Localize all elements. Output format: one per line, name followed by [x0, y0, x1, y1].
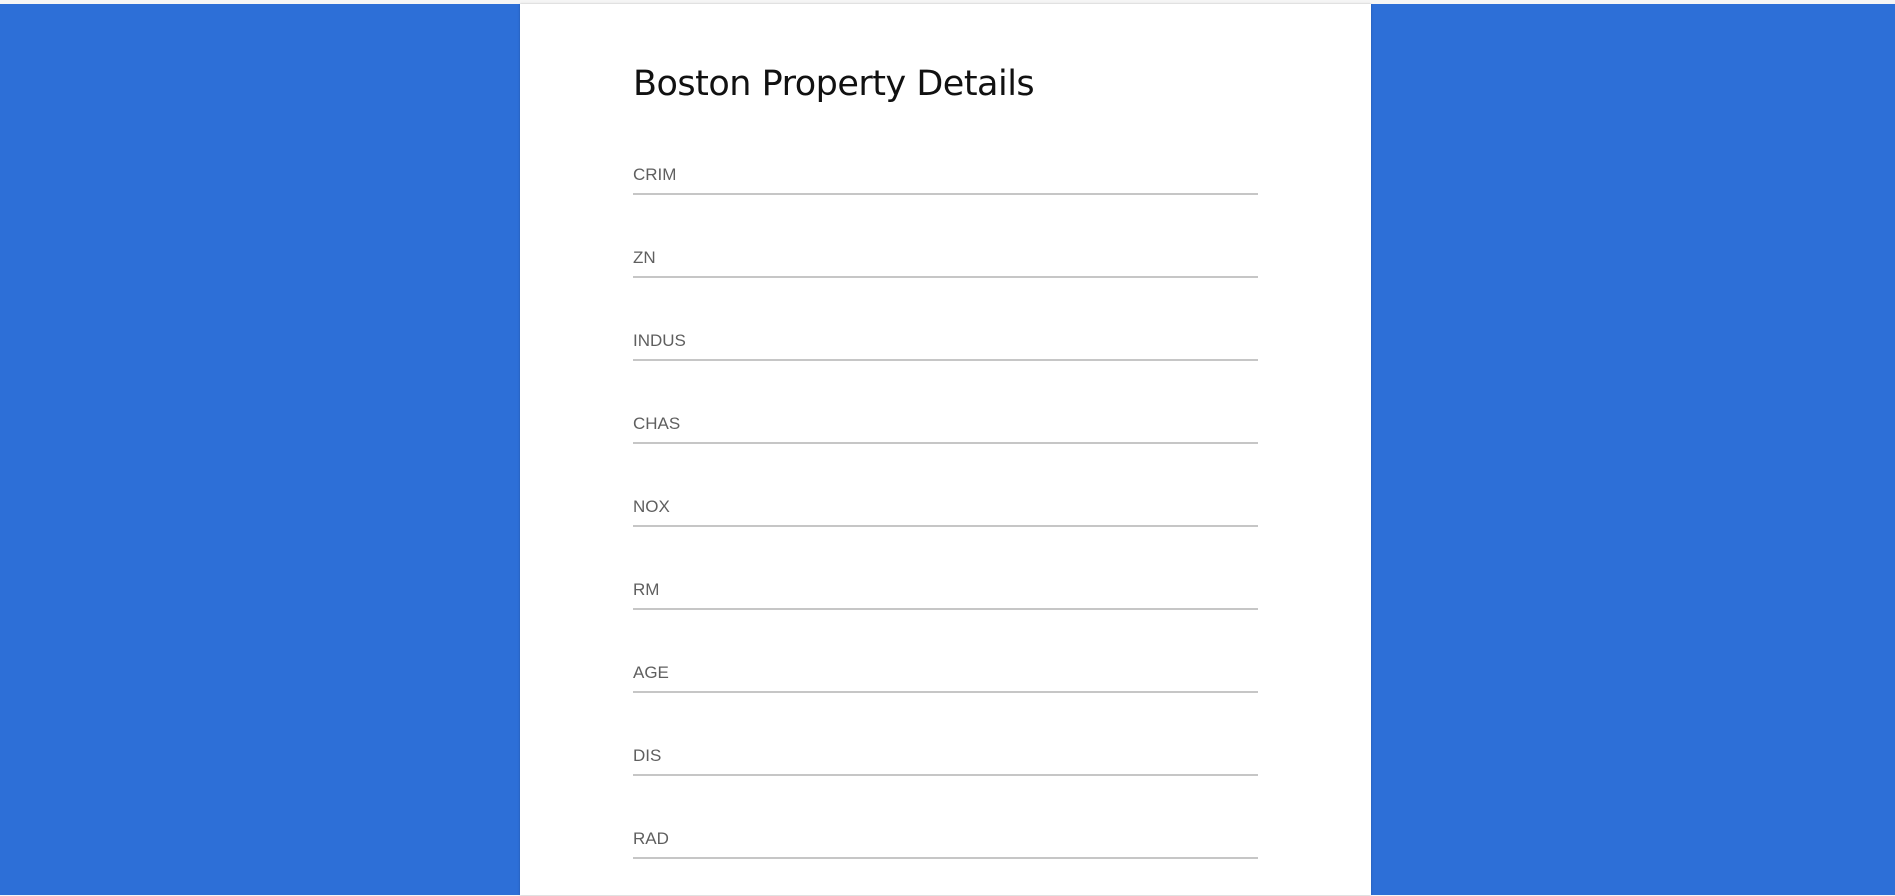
dis-input[interactable]: [633, 738, 1258, 776]
indus-input[interactable]: [633, 323, 1258, 361]
zn-input[interactable]: [633, 240, 1258, 278]
rm-input[interactable]: [633, 572, 1258, 610]
nox-input[interactable]: [633, 489, 1258, 527]
field-dis: DIS: [633, 730, 1258, 813]
rad-input[interactable]: [633, 821, 1258, 859]
field-nox: NOX: [633, 481, 1258, 564]
field-indus: INDUS: [633, 315, 1258, 398]
field-rad: RAD: [633, 813, 1258, 895]
field-age: AGE: [633, 647, 1258, 730]
field-chas: CHAS: [633, 398, 1258, 481]
field-crim: CRIM: [633, 149, 1258, 232]
crim-input[interactable]: [633, 157, 1258, 195]
form-fields: CRIM ZN INDUS CHAS NOX RM AGE DIS RAD: [633, 149, 1258, 895]
field-rm: RM: [633, 564, 1258, 647]
chas-input[interactable]: [633, 406, 1258, 444]
field-zn: ZN: [633, 232, 1258, 315]
form-title: Boston Property Details: [633, 64, 1035, 104]
property-form-card: Boston Property Details CRIM ZN INDUS CH…: [520, 4, 1371, 895]
age-input[interactable]: [633, 655, 1258, 693]
